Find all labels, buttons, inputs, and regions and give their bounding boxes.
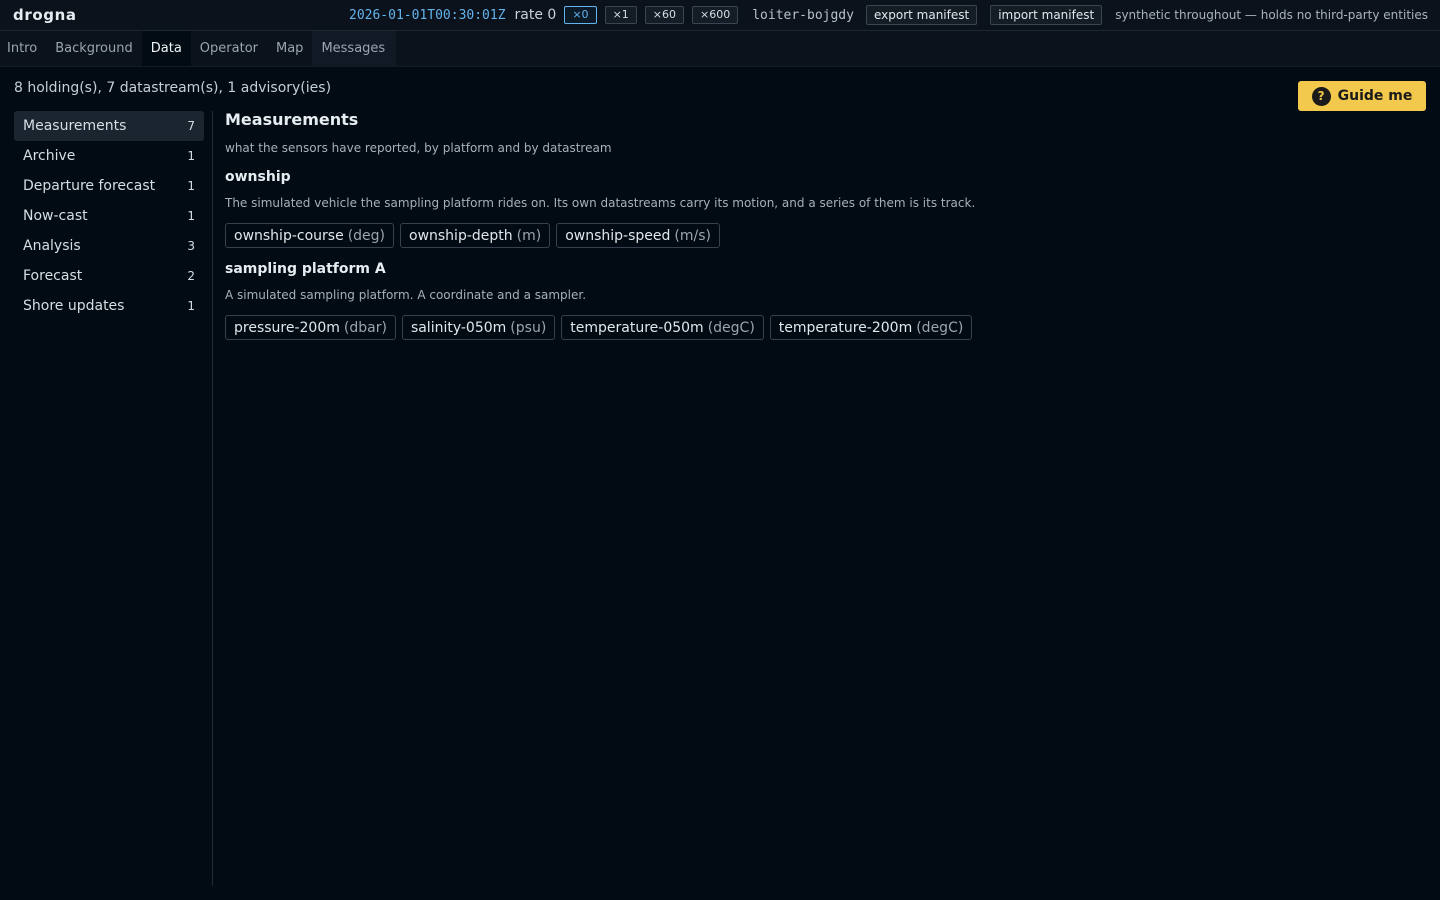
sidebar: Measurements 7 Archive 1 Departure forec… bbox=[14, 111, 204, 321]
tab-messages[interactable]: Messages bbox=[312, 31, 397, 66]
sidebar-item-departure-forecast[interactable]: Departure forecast 1 bbox=[14, 171, 204, 201]
sidebar-item-count: 3 bbox=[187, 239, 195, 253]
sidebar-item-label: Now-cast bbox=[23, 208, 88, 224]
sidebar-item-measurements[interactable]: Measurements 7 bbox=[14, 111, 204, 141]
scenario-id: loiter-bojgdy bbox=[752, 7, 854, 23]
datastream-chip[interactable]: temperature-200m (degC) bbox=[769, 315, 973, 340]
tab-bar: Intro Background Data Operator Map Messa… bbox=[0, 31, 1440, 67]
sidebar-item-count: 1 bbox=[187, 299, 195, 313]
sidebar-item-label: Departure forecast bbox=[23, 178, 156, 194]
guide-me-button[interactable]: ? Guide me bbox=[1298, 81, 1426, 111]
datastream-chip[interactable]: ownship-speed (m/s) bbox=[556, 223, 720, 248]
page-title: Measurements bbox=[225, 110, 359, 129]
datastream-chip[interactable]: ownship-depth (m) bbox=[400, 223, 551, 248]
datastream-name: salinity-050m bbox=[410, 319, 507, 336]
sidebar-item-count: 1 bbox=[187, 149, 195, 163]
datastream-chip[interactable]: pressure-200m (dbar) bbox=[225, 315, 396, 340]
sidebar-item-count: 1 bbox=[187, 209, 195, 223]
datastream-unit: (degC) bbox=[707, 319, 755, 336]
datastream-list: ownship-course (deg) ownship-depth (m) o… bbox=[225, 223, 1415, 248]
sidebar-item-forecast[interactable]: Forecast 2 bbox=[14, 261, 204, 291]
datastream-name: temperature-050m bbox=[570, 319, 704, 336]
import-manifest-button[interactable]: import manifest bbox=[990, 5, 1103, 25]
datastream-name: pressure-200m bbox=[234, 319, 340, 336]
datastream-list: pressure-200m (dbar) salinity-050m (psu)… bbox=[225, 315, 1415, 340]
platform-section: ownship The simulated vehicle the sampli… bbox=[225, 168, 1415, 248]
rate-x600-button[interactable]: ×600 bbox=[692, 6, 739, 24]
sidebar-item-count: 2 bbox=[187, 269, 195, 283]
export-manifest-button[interactable]: export manifest bbox=[865, 5, 978, 25]
datastream-unit: (deg) bbox=[347, 227, 385, 244]
platform-description: A simulated sampling platform. A coordin… bbox=[225, 288, 587, 302]
top-bar-controls: 2026-01-01T00:30:01Z rate 0 ×0 ×1 ×60 ×6… bbox=[349, 5, 1428, 25]
guide-me-label: Guide me bbox=[1337, 88, 1413, 104]
rate-x0-button[interactable]: ×0 bbox=[564, 6, 597, 24]
datastream-unit: (m/s) bbox=[674, 227, 711, 244]
top-bar: drogna 2026-01-01T00:30:01Z rate 0 ×0 ×1… bbox=[0, 0, 1440, 31]
sidebar-item-count: 7 bbox=[187, 119, 195, 133]
holdings-summary: 8 holding(s), 7 datastream(s), 1 advisor… bbox=[14, 80, 332, 96]
tab-background[interactable]: Background bbox=[46, 31, 142, 66]
rate-x1-button[interactable]: ×1 bbox=[604, 6, 637, 24]
platform-name: ownship bbox=[225, 169, 291, 185]
datastream-name: ownship-depth bbox=[409, 227, 513, 244]
sidebar-item-analysis[interactable]: Analysis 3 bbox=[14, 231, 204, 261]
sidebar-item-count: 1 bbox=[187, 179, 195, 193]
sidebar-item-shore-updates[interactable]: Shore updates 1 bbox=[14, 291, 204, 321]
tab-map[interactable]: Map bbox=[267, 31, 312, 66]
platform-description: The simulated vehicle the sampling platf… bbox=[225, 196, 976, 210]
platform-section: sampling platform A A simulated sampling… bbox=[225, 260, 1415, 340]
sidebar-item-label: Archive bbox=[23, 148, 76, 164]
tab-intro[interactable]: Intro bbox=[0, 31, 46, 66]
datastream-unit: (degC) bbox=[916, 319, 964, 336]
sidebar-item-label: Measurements bbox=[23, 118, 127, 134]
datastream-chip[interactable]: temperature-050m (degC) bbox=[561, 315, 764, 340]
tab-data[interactable]: Data bbox=[141, 31, 191, 66]
datastream-chip[interactable]: salinity-050m (psu) bbox=[401, 315, 556, 340]
tab-operator[interactable]: Operator bbox=[191, 31, 267, 66]
datastream-unit: (psu) bbox=[510, 319, 547, 336]
datastream-unit: (m) bbox=[516, 227, 542, 244]
page-subtitle: what the sensors have reported, by platf… bbox=[225, 141, 612, 155]
datastream-name: temperature-200m bbox=[778, 319, 913, 336]
disclaimer-text: synthetic throughout — holds no third-pa… bbox=[1115, 8, 1428, 22]
datastream-name: ownship-course bbox=[234, 227, 344, 244]
main-panel: Measurements what the sensors have repor… bbox=[225, 110, 1415, 340]
rate-x60-button[interactable]: ×60 bbox=[644, 6, 684, 24]
sidebar-item-label: Shore updates bbox=[23, 298, 125, 314]
sim-clock: 2026-01-01T00:30:01Z bbox=[349, 7, 506, 23]
app-brand: drogna bbox=[13, 6, 77, 24]
sidebar-item-label: Forecast bbox=[23, 268, 83, 284]
datastream-chip[interactable]: ownship-course (deg) bbox=[225, 223, 394, 248]
sidebar-divider bbox=[212, 111, 213, 886]
rate-label: rate 0 bbox=[514, 7, 557, 23]
platform-name: sampling platform A bbox=[225, 261, 386, 277]
datastream-unit: (dbar) bbox=[343, 319, 387, 336]
sidebar-item-label: Analysis bbox=[23, 238, 81, 254]
sidebar-item-archive[interactable]: Archive 1 bbox=[14, 141, 204, 171]
datastream-name: ownship-speed bbox=[565, 227, 671, 244]
question-icon: ? bbox=[1311, 86, 1331, 106]
sidebar-item-now-cast[interactable]: Now-cast 1 bbox=[14, 201, 204, 231]
